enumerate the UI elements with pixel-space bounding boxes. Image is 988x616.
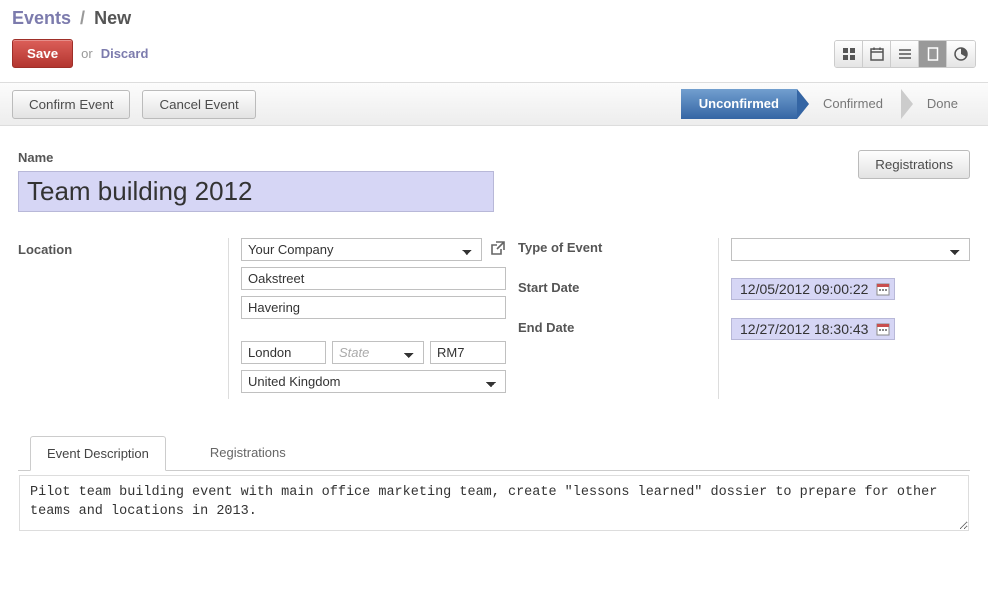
tab-event-description[interactable]: Event Description	[30, 436, 166, 471]
end-date-input[interactable]: 12/27/2012 18:30:43	[731, 318, 895, 340]
external-link-icon[interactable]	[490, 240, 506, 259]
status-unconfirmed[interactable]: Unconfirmed	[681, 89, 797, 119]
breadcrumb-current: New	[94, 8, 131, 28]
confirm-event-button[interactable]: Confirm Event	[12, 90, 130, 119]
or-text: or	[81, 46, 93, 61]
start-date-label: Start Date	[518, 278, 718, 318]
calendar-icon	[876, 282, 890, 296]
state-select[interactable]: State	[332, 341, 424, 364]
form-view-icon[interactable]	[919, 41, 947, 67]
kanban-view-icon[interactable]	[835, 41, 863, 67]
name-input[interactable]	[18, 171, 494, 212]
zip-input[interactable]	[430, 341, 506, 364]
view-switcher	[834, 40, 976, 68]
street-input[interactable]	[241, 267, 506, 290]
registrations-button[interactable]: Registrations	[858, 150, 970, 179]
save-button[interactable]: Save	[12, 39, 73, 68]
graph-view-icon[interactable]	[947, 41, 975, 67]
country-select[interactable]: United Kingdom	[241, 370, 506, 393]
name-label: Name	[18, 150, 970, 165]
calendar-icon	[876, 322, 890, 336]
end-date-label: End Date	[518, 318, 718, 358]
cancel-event-button[interactable]: Cancel Event	[142, 90, 255, 119]
street2-input[interactable]	[241, 296, 506, 319]
discard-link[interactable]: Discard	[101, 46, 149, 61]
breadcrumb-root[interactable]: Events	[12, 8, 71, 28]
location-label: Location	[18, 242, 228, 257]
start-date-input[interactable]: 12/05/2012 09:00:22	[731, 278, 895, 300]
status-bar: Unconfirmed Confirmed Done	[681, 89, 976, 119]
list-view-icon[interactable]	[891, 41, 919, 67]
tab-registrations[interactable]: Registrations	[194, 436, 302, 471]
city-input[interactable]	[241, 341, 326, 364]
event-description-textarea[interactable]	[19, 475, 969, 531]
calendar-view-icon[interactable]	[863, 41, 891, 67]
type-of-event-label: Type of Event	[518, 238, 718, 278]
status-confirmed[interactable]: Confirmed	[797, 89, 901, 119]
type-of-event-select[interactable]	[731, 238, 970, 261]
company-select[interactable]: Your Company	[241, 238, 482, 261]
breadcrumb: Events / New	[12, 8, 976, 29]
